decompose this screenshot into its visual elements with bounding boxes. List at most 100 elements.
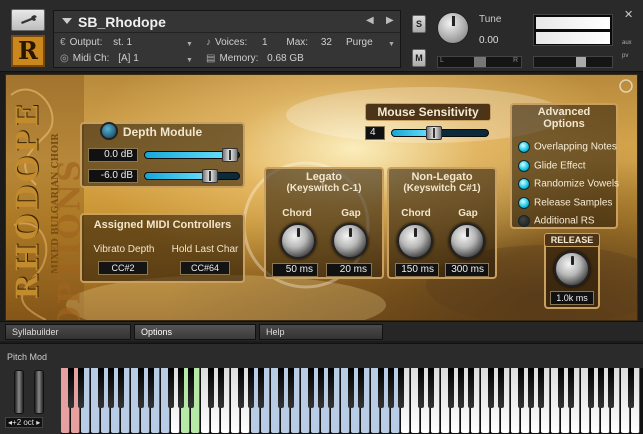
black-key[interactable] — [238, 368, 244, 408]
hold-cc-button[interactable]: CC#64 — [180, 261, 230, 275]
legato-chord-knob[interactable] — [280, 223, 316, 259]
release-knob[interactable] — [554, 251, 590, 287]
non-legato-chord-value[interactable]: 150 ms — [395, 263, 439, 277]
black-key[interactable] — [98, 368, 104, 408]
max-voices-value[interactable]: 32 — [321, 37, 332, 48]
option-led-icon[interactable] — [518, 178, 530, 190]
option-additional-rs[interactable]: Additional RS — [518, 215, 595, 231]
mouse-sensitivity-slider[interactable] — [391, 126, 489, 140]
black-key[interactable] — [118, 368, 124, 408]
black-key[interactable] — [608, 368, 614, 408]
pan-slider[interactable]: L R — [437, 56, 522, 68]
black-key[interactable] — [458, 368, 464, 408]
mod-wheel[interactable] — [34, 370, 44, 414]
black-key[interactable] — [348, 368, 354, 408]
black-key[interactable] — [308, 368, 314, 408]
option-randomize-vowels[interactable]: Randomize Vowels — [518, 178, 619, 194]
black-key[interactable] — [358, 368, 364, 408]
next-instrument-button[interactable]: ▶ — [386, 15, 394, 26]
black-key[interactable] — [108, 368, 114, 408]
black-key[interactable] — [258, 368, 264, 408]
option-overlapping-notes[interactable]: Overlapping Notes — [518, 141, 617, 157]
option-glide-effect[interactable]: Glide Effect — [518, 160, 586, 176]
black-key[interactable] — [558, 368, 564, 408]
solo-button[interactable]: S — [412, 15, 426, 33]
black-key[interactable] — [218, 368, 224, 408]
black-key[interactable] — [68, 368, 74, 408]
black-key[interactable] — [178, 368, 184, 408]
vibrato-cc-button[interactable]: CC#2 — [98, 261, 148, 275]
legato-gap-knob[interactable] — [332, 223, 368, 259]
black-key[interactable] — [248, 368, 254, 408]
black-key[interactable] — [398, 368, 404, 408]
legato-chord-value[interactable]: 50 ms — [272, 263, 318, 277]
instrument-name[interactable]: SB_Rhodope — [78, 14, 166, 30]
non-legato-gap-knob[interactable] — [449, 223, 485, 259]
close-instrument-button[interactable]: ✕ — [624, 8, 633, 21]
volume-handle[interactable] — [576, 57, 586, 67]
pan-handle[interactable] — [474, 57, 486, 67]
non-legato-gap-value[interactable]: 300 ms — [445, 263, 489, 277]
tune-knob[interactable] — [437, 12, 469, 44]
option-led-icon[interactable] — [518, 215, 530, 227]
instrument-settings-button[interactable] — [11, 9, 45, 31]
depth-value-1[interactable]: 0.0 dB — [88, 148, 138, 162]
mouse-sensitivity-value[interactable]: 4 — [365, 126, 385, 140]
option-led-icon[interactable] — [518, 160, 530, 172]
black-key[interactable] — [528, 368, 534, 408]
black-key[interactable] — [288, 368, 294, 408]
black-key[interactable] — [568, 368, 574, 408]
piano-keyboard[interactable] — [61, 368, 643, 434]
black-key[interactable] — [498, 368, 504, 408]
black-key[interactable] — [148, 368, 154, 408]
black-key[interactable] — [388, 368, 394, 408]
tab-help[interactable]: Help — [259, 324, 383, 340]
mouse-sensitivity-handle[interactable] — [426, 126, 442, 140]
instrument-menu-arrow-icon[interactable] — [62, 18, 72, 24]
octave-shift-control[interactable]: ◂+2 oct ▸ — [5, 417, 44, 428]
black-key[interactable] — [538, 368, 544, 408]
pv-button[interactable]: pv — [622, 53, 628, 59]
black-key[interactable] — [278, 368, 284, 408]
tune-value[interactable]: 0.00 — [479, 35, 498, 46]
midi-channel-selector[interactable]: ◎ Midi Ch: [A] 1 — [60, 53, 139, 67]
depth-value-2[interactable]: -6.0 dB — [88, 169, 138, 183]
black-key[interactable] — [448, 368, 454, 408]
purge-dropdown-icon[interactable]: ▼ — [388, 41, 395, 48]
black-key[interactable] — [328, 368, 334, 408]
aux-button[interactable]: aux — [622, 40, 632, 46]
mute-button[interactable]: M — [412, 49, 426, 67]
midi-dropdown-icon[interactable]: ▼ — [186, 57, 193, 64]
black-key[interactable] — [318, 368, 324, 408]
non-legato-chord-knob[interactable] — [397, 223, 433, 259]
volume-slider[interactable] — [533, 56, 613, 68]
pitch-wheel[interactable] — [14, 370, 24, 414]
black-key[interactable] — [488, 368, 494, 408]
tab-syllabuilder[interactable]: Syllabuilder — [5, 324, 131, 340]
black-key[interactable] — [138, 368, 144, 408]
depth-slider-2-handle[interactable] — [202, 169, 218, 183]
black-key[interactable] — [628, 368, 634, 408]
depth-slider-1[interactable] — [144, 148, 240, 162]
black-key[interactable] — [468, 368, 474, 408]
black-key[interactable] — [78, 368, 84, 408]
depth-slider-2[interactable] — [144, 169, 240, 183]
option-led-icon[interactable] — [518, 141, 530, 153]
release-value[interactable]: 1.0k ms — [550, 291, 594, 305]
black-key[interactable] — [188, 368, 194, 408]
black-key[interactable] — [598, 368, 604, 408]
black-key[interactable] — [378, 368, 384, 408]
black-key[interactable] — [168, 368, 174, 408]
black-key[interactable] — [588, 368, 594, 408]
legato-gap-value[interactable]: 20 ms — [326, 263, 372, 277]
output-selector[interactable]: € Output: st. 1 — [60, 37, 132, 51]
black-key[interactable] — [428, 368, 434, 408]
purge-menu[interactable]: Purge — [346, 37, 373, 51]
tab-options[interactable]: Options — [134, 324, 256, 340]
black-key[interactable] — [518, 368, 524, 408]
option-release-samples[interactable]: Release Samples — [518, 197, 612, 213]
output-dropdown-icon[interactable]: ▼ — [186, 41, 193, 48]
black-key[interactable] — [418, 368, 424, 408]
depth-slider-1-handle[interactable] — [222, 148, 238, 162]
previous-instrument-button[interactable]: ◀ — [366, 15, 374, 26]
